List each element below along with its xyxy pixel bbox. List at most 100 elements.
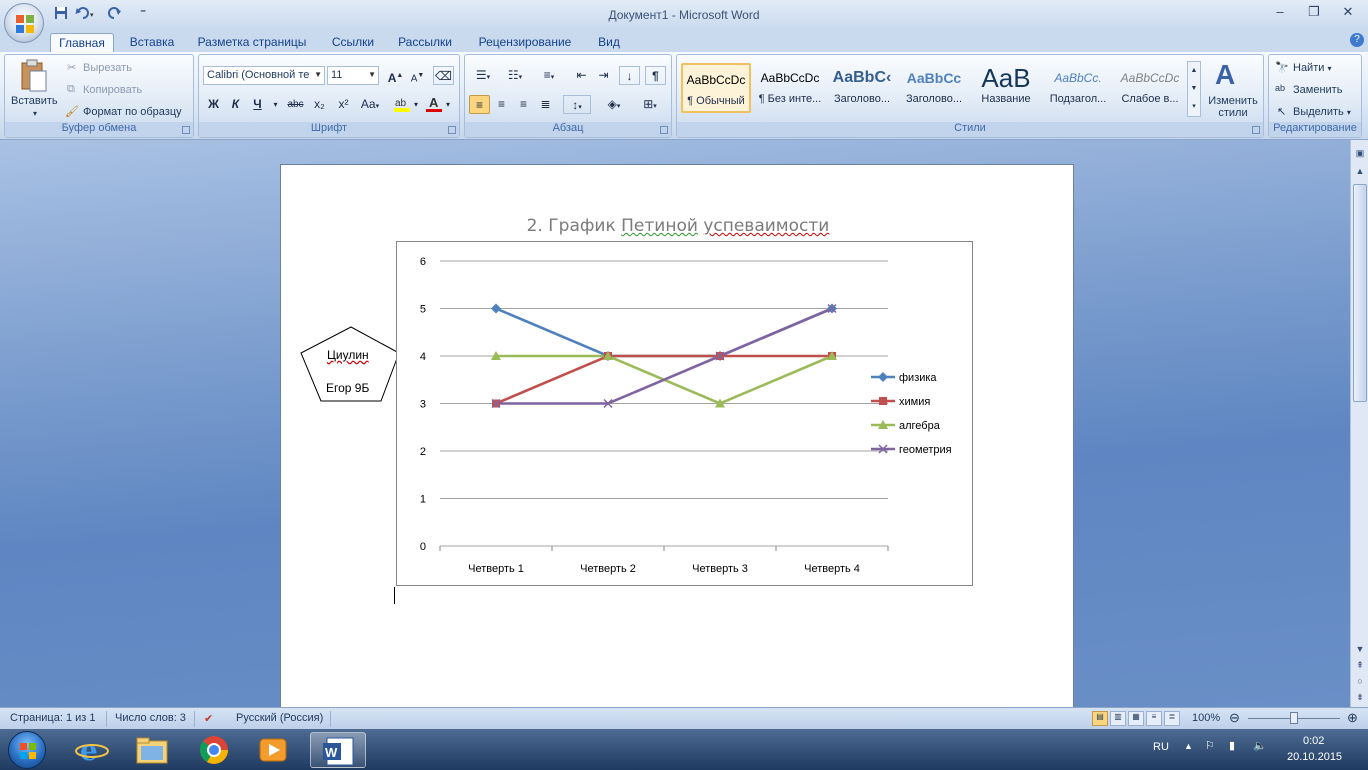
clock-time[interactable]: 0:02: [1303, 735, 1324, 747]
paste-icon[interactable]: [19, 59, 49, 96]
vertical-scrollbar[interactable]: ▣ ▲ ▼ ⇞ ○ ⇟: [1350, 140, 1368, 707]
find-button[interactable]: Найти ▾: [1293, 62, 1331, 74]
bold-button[interactable]: Ж: [203, 95, 224, 114]
tab-page-layout[interactable]: Разметка страницы: [192, 33, 312, 52]
strikethrough-button[interactable]: abc: [285, 95, 306, 114]
italic-button[interactable]: К: [225, 95, 246, 114]
replace-button[interactable]: Заменить: [1293, 84, 1342, 96]
input-language[interactable]: RU: [1153, 741, 1169, 753]
tab-insert[interactable]: Вставка: [122, 33, 182, 52]
scroll-down-icon[interactable]: ▼: [1353, 644, 1367, 654]
minimize-button[interactable]: –: [1268, 4, 1292, 22]
decrease-indent-icon[interactable]: ⇤: [571, 66, 592, 85]
increase-indent-icon[interactable]: ⇥: [593, 66, 614, 85]
style-subtle-emphasis[interactable]: AaBbCcDc Слабое в...: [1115, 63, 1185, 113]
close-button[interactable]: ✕: [1336, 4, 1360, 22]
bullets-icon[interactable]: ☰▾: [469, 66, 497, 85]
align-center-button[interactable]: ≡: [491, 95, 512, 114]
page-count[interactable]: Страница: 1 из 1: [10, 712, 96, 724]
internet-explorer-icon[interactable]: e: [64, 732, 120, 768]
style-title[interactable]: AaB Название: [971, 63, 1041, 113]
change-styles-button[interactable]: Изменить стили: [1205, 95, 1261, 119]
pilcrow-icon[interactable]: ¶: [645, 66, 666, 85]
office-button[interactable]: [4, 3, 44, 43]
tab-review[interactable]: Рецензирование: [470, 33, 580, 52]
clock-date[interactable]: 20.10.2015: [1287, 751, 1342, 763]
style-heading1[interactable]: AaBbC‹ Заголово...: [827, 63, 897, 113]
zoom-in-icon[interactable]: ⊕: [1347, 710, 1358, 726]
paragraph-launcher-icon[interactable]: [660, 126, 668, 134]
word-taskbar-icon[interactable]: W: [310, 732, 366, 768]
style-heading2[interactable]: AaBbCc Заголово...: [899, 63, 969, 113]
media-player-icon[interactable]: [246, 732, 302, 768]
ruler-toggle-icon[interactable]: ▣: [1353, 148, 1367, 159]
full-screen-view-icon[interactable]: ▥: [1110, 711, 1126, 726]
shrink-font-button[interactable]: A▼: [407, 66, 428, 85]
tab-home[interactable]: Главная: [50, 33, 114, 52]
prev-page-icon[interactable]: ⇞: [1353, 660, 1367, 671]
styles-scroll[interactable]: ▲ ▼ ▾: [1187, 61, 1201, 117]
borders-icon[interactable]: ⊞▾: [635, 95, 665, 114]
zoom-out-icon[interactable]: ⊖: [1229, 710, 1240, 726]
subscript-button[interactable]: x₂: [309, 95, 330, 114]
scroll-up-icon[interactable]: ▲: [1353, 166, 1367, 176]
paste-button[interactable]: Вставить: [11, 95, 58, 107]
help-icon[interactable]: ?: [1350, 33, 1364, 47]
zoom-level[interactable]: 100%: [1192, 712, 1220, 724]
line-spacing-icon[interactable]: ↕▾: [563, 95, 591, 114]
select-button[interactable]: Выделить ▾: [1293, 106, 1351, 118]
volume-icon[interactable]: 🔈: [1253, 739, 1267, 752]
network-icon[interactable]: ▮: [1229, 739, 1235, 752]
cut-button[interactable]: Вырезать: [83, 62, 132, 74]
underline-dropdown-icon[interactable]: ▾: [265, 95, 286, 114]
clipboard-launcher-icon[interactable]: [182, 126, 190, 134]
document-workspace[interactable]: 2. График Петиной успеваимости Циулин Ег…: [0, 140, 1350, 707]
scroll-thumb[interactable]: [1353, 184, 1367, 402]
zoom-slider-thumb[interactable]: [1290, 712, 1298, 724]
shading-icon[interactable]: ◈▾: [599, 95, 629, 114]
highlight-icon[interactable]: ab: [391, 95, 412, 114]
numbering-icon[interactable]: ☷▾: [501, 66, 529, 85]
style-no-spacing[interactable]: AaBbCcDc ¶ Без инте...: [755, 63, 825, 113]
format-painter-button[interactable]: Формат по образцу: [83, 106, 182, 118]
clear-format-icon[interactable]: ⌫: [433, 66, 454, 85]
highlight-dropdown-icon[interactable]: ▾: [411, 95, 421, 114]
tab-view[interactable]: Вид: [592, 33, 626, 52]
line-chart[interactable]: 0 1 2 3 4 5 6 Четверть 1 Четверть 2 Четверть 3 Чет…: [396, 241, 973, 586]
paste-dropdown-icon[interactable]: ▾: [33, 109, 37, 118]
restore-button[interactable]: ❐: [1302, 4, 1326, 22]
outline-view-icon[interactable]: ≡: [1146, 711, 1162, 726]
styles-launcher-icon[interactable]: [1252, 126, 1260, 134]
browse-object-icon[interactable]: ○: [1353, 676, 1367, 686]
font-launcher-icon[interactable]: [448, 126, 456, 134]
web-layout-view-icon[interactable]: ▦: [1128, 711, 1144, 726]
align-left-button[interactable]: ≡: [469, 95, 490, 114]
tab-mailings[interactable]: Рассылки: [392, 33, 458, 52]
font-color-dropdown-icon[interactable]: ▾: [443, 95, 453, 114]
draft-view-icon[interactable]: ≣: [1164, 711, 1180, 726]
print-layout-view-icon[interactable]: ▤: [1092, 711, 1108, 726]
multilevel-list-icon[interactable]: ≡▾: [535, 66, 563, 85]
tab-references[interactable]: Ссылки: [326, 33, 380, 52]
style-normal[interactable]: AaBbCcDc ¶ Обычный: [681, 63, 751, 113]
grow-font-button[interactable]: A▲: [385, 66, 406, 85]
font-size-combo[interactable]: 11 ▼: [327, 66, 379, 85]
language-indicator[interactable]: Русский (Россия): [236, 712, 323, 724]
font-name-combo[interactable]: Calibri (Основной те ▼: [203, 66, 325, 85]
word-count[interactable]: Число слов: 3: [115, 712, 186, 724]
style-subtitle[interactable]: AaBbCc. Подзагол...: [1043, 63, 1113, 113]
change-case-button[interactable]: Aa▾: [357, 95, 383, 114]
change-styles-icon[interactable]: A: [1215, 59, 1235, 91]
action-center-icon[interactable]: ⚐: [1205, 739, 1215, 752]
tray-expand-icon[interactable]: ▲: [1184, 741, 1193, 751]
document-page[interactable]: 2. График Петиной успеваимости Циулин Ег…: [280, 164, 1074, 707]
chrome-icon[interactable]: [186, 732, 242, 768]
start-button[interactable]: [8, 731, 46, 769]
file-explorer-icon[interactable]: [124, 732, 180, 768]
justify-button[interactable]: ≣: [535, 95, 556, 114]
align-right-button[interactable]: ≡: [513, 95, 534, 114]
font-color-icon[interactable]: A: [423, 95, 444, 114]
next-page-icon[interactable]: ⇟: [1353, 692, 1367, 703]
copy-button[interactable]: Копировать: [83, 84, 142, 96]
superscript-button[interactable]: x²: [333, 95, 354, 114]
